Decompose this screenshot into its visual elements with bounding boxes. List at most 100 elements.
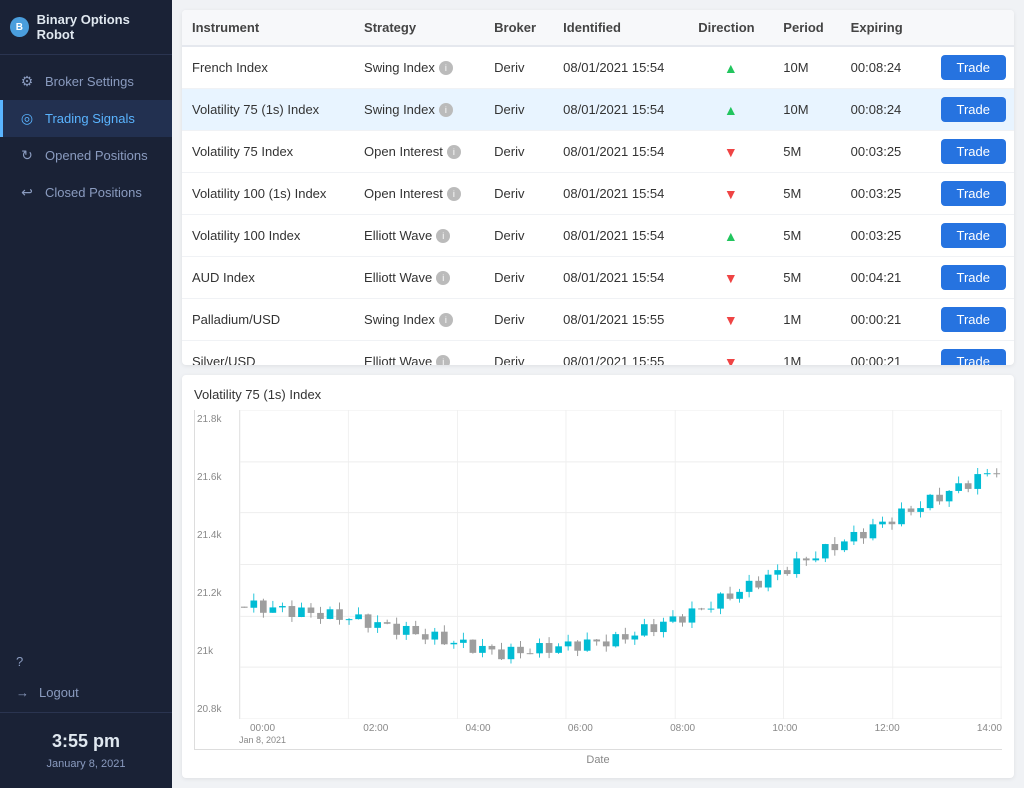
candle-body [479, 646, 486, 653]
logout-label: Logout [39, 685, 79, 700]
trade-button[interactable]: Trade [941, 307, 1006, 332]
col-instrument: Instrument [182, 10, 354, 46]
strategy-info-icon[interactable]: i [436, 355, 450, 366]
candle-body [289, 606, 296, 617]
candle-body [517, 647, 524, 653]
cell-strategy: Swing Indexi [354, 299, 484, 341]
candle-body [536, 643, 543, 653]
candle-body [955, 483, 962, 491]
strategy-info-icon[interactable]: i [436, 271, 450, 285]
strategy-info-icon[interactable]: i [439, 313, 453, 327]
candle-body [717, 593, 724, 608]
strategy-info-icon[interactable]: i [447, 145, 461, 159]
trade-button[interactable]: Trade [941, 55, 1006, 80]
cell-strategy: Elliott Wavei [354, 215, 484, 257]
direction-down-icon: ▼ [724, 354, 738, 366]
candle-body [774, 570, 781, 575]
strategy-label: Elliott Wavei [364, 354, 474, 365]
table-row: AUD Index Elliott Wavei Deriv 08/01/2021… [182, 257, 1014, 299]
strategy-info-icon[interactable]: i [436, 229, 450, 243]
chart-date-label: Date [194, 754, 1002, 766]
sidebar-item-help[interactable]: ? [0, 646, 172, 677]
candle-body [698, 608, 705, 609]
candle-body [641, 624, 648, 635]
cell-action: Trade [921, 173, 1014, 215]
chart-area [239, 410, 1002, 719]
sidebar-label-broker-settings: Broker Settings [45, 74, 134, 89]
cell-instrument: Volatility 100 Index [182, 215, 354, 257]
candle-body [317, 613, 324, 619]
cell-expiring: 00:08:24 [841, 89, 921, 131]
cell-broker: Deriv [484, 257, 553, 299]
cell-identified: 08/01/2021 15:54 [553, 89, 688, 131]
candle-body [593, 639, 600, 641]
candle-body [565, 641, 572, 646]
candle-body [822, 544, 829, 558]
chart-title: Volatility 75 (1s) Index [194, 387, 1002, 402]
candle-body [879, 522, 886, 525]
cell-expiring: 00:03:25 [841, 173, 921, 215]
candle-body [508, 647, 515, 659]
cell-action: Trade [921, 299, 1014, 341]
cell-broker: Deriv [484, 341, 553, 366]
trade-button[interactable]: Trade [941, 139, 1006, 164]
sidebar-item-broker-settings[interactable]: ⚙Broker Settings [0, 63, 172, 100]
sidebar-item-trading-signals[interactable]: ◎Trading Signals [0, 100, 172, 137]
sidebar-label-closed-positions: Closed Positions [45, 185, 142, 200]
candle-body [965, 483, 972, 489]
candle-body [327, 609, 334, 619]
strategy-info-icon[interactable]: i [447, 187, 461, 201]
trade-button[interactable]: Trade [941, 223, 1006, 248]
cell-direction: ▲ [688, 89, 773, 131]
candle-body [908, 508, 915, 511]
candle-body [631, 636, 638, 640]
trade-button[interactable]: Trade [941, 265, 1006, 290]
strategy-info-icon[interactable]: i [439, 103, 453, 117]
table-row: Volatility 75 Index Open Interesti Deriv… [182, 131, 1014, 173]
cell-expiring: 00:03:25 [841, 131, 921, 173]
sidebar-date: January 8, 2021 [0, 758, 172, 776]
trade-button[interactable]: Trade [941, 181, 1006, 206]
sidebar-header: B Binary Options Robot [0, 0, 172, 55]
chart-x-label: 04:00 [466, 723, 491, 735]
cell-period: 5M [773, 215, 840, 257]
candle-body [622, 634, 629, 639]
main-content: Instrument Strategy Broker Identified Di… [172, 0, 1024, 788]
trade-button[interactable]: Trade [941, 349, 1006, 365]
strategy-label: Swing Indexi [364, 312, 474, 327]
cell-strategy: Open Interesti [354, 173, 484, 215]
direction-up-icon: ▲ [724, 228, 738, 244]
candle-body [574, 641, 581, 650]
candle-body [746, 581, 753, 592]
candle-body [451, 643, 458, 644]
cell-period: 10M [773, 46, 840, 89]
candle-body [689, 608, 696, 622]
strategy-label: Open Interesti [364, 144, 474, 159]
sidebar-label-trading-signals: Trading Signals [45, 111, 135, 126]
candle-body [851, 532, 858, 541]
trade-button[interactable]: Trade [941, 97, 1006, 122]
sidebar-item-closed-positions[interactable]: ↩Closed Positions [0, 174, 172, 211]
candle-body [298, 608, 305, 617]
help-icon: ? [16, 654, 23, 669]
signals-table-section: Instrument Strategy Broker Identified Di… [182, 10, 1014, 365]
signals-table: Instrument Strategy Broker Identified Di… [182, 10, 1014, 365]
candle-body [736, 592, 743, 599]
cell-expiring: 00:08:24 [841, 46, 921, 89]
cell-direction: ▼ [688, 257, 773, 299]
strategy-info-icon[interactable]: i [439, 61, 453, 75]
cell-identified: 08/01/2021 15:54 [553, 46, 688, 89]
candle-body [470, 640, 477, 653]
cell-period: 5M [773, 173, 840, 215]
candle-body [584, 639, 591, 650]
sidebar-item-opened-positions[interactable]: ↻Opened Positions [0, 137, 172, 174]
col-expiring: Expiring [841, 10, 921, 46]
sidebar-bottom: 3:55 pm January 8, 2021 [0, 712, 172, 788]
chart-x-label: 02:00 [363, 723, 388, 735]
strategy-label: Swing Indexi [364, 60, 474, 75]
chart-section: Volatility 75 (1s) Index 21.8k21.6k21.4k… [182, 375, 1014, 778]
sidebar-item-logout[interactable]: → Logout [0, 677, 172, 708]
cell-action: Trade [921, 89, 1014, 131]
candle-body [984, 473, 991, 474]
direction-up-icon: ▲ [724, 102, 738, 118]
